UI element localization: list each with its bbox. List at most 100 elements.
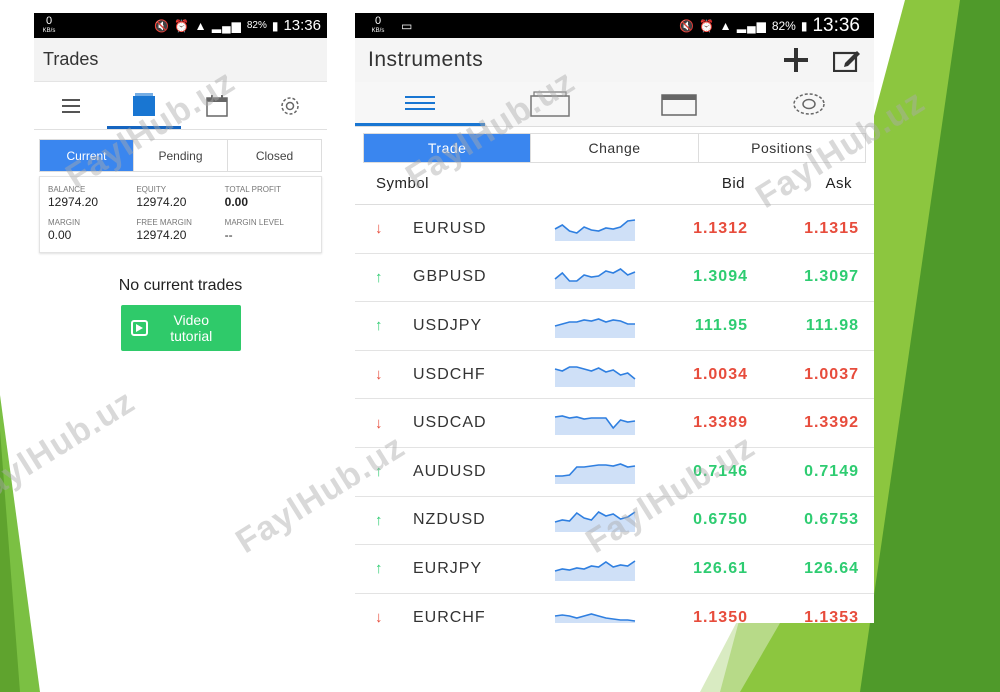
bid-cell: 0.6750 [693, 511, 748, 529]
empty-state-text: No current trades [118, 277, 243, 294]
network-speed: 0 KB/s [371, 14, 385, 34]
status-bar: 0 KB/s 🔇 ⏰ ▲ ▂▄▆ 82% ▮ 13:36 [34, 13, 327, 38]
free-margin-field: FREE MARGIN 12974.20 [136, 218, 192, 242]
bid-cell: 126.61 [693, 559, 748, 577]
symbol-column-header: Symbol [376, 175, 430, 192]
segment-trade[interactable]: Trade [364, 134, 532, 162]
ask-cell: 1.1315 [804, 219, 859, 237]
table-row[interactable]: ↓ EURUSD 1.1312 1.1315 [355, 205, 874, 254]
tab-trades[interactable] [107, 82, 181, 129]
network-speed: 0 KB/s [42, 14, 56, 34]
symbol-cell: EURCHF [413, 608, 486, 623]
video-tutorial-label: Video tutorial [170, 312, 213, 344]
status-icons: 🔇 ⏰ ▲ ▂▄▆ [679, 18, 767, 33]
ask-cell: 0.6753 [804, 511, 859, 529]
symbol-cell: NZDUSD [413, 511, 486, 529]
play-icon [130, 320, 148, 336]
empty-state: No current trades Video tutorial [34, 261, 327, 361]
table-row[interactable]: ↑ GBPUSD 1.3094 1.3097 [355, 254, 874, 303]
edit-icon[interactable] [833, 48, 861, 72]
sparkline-chart [554, 219, 636, 241]
table-row[interactable]: ↑ EURJPY 126.61 126.64 [355, 545, 874, 594]
page-title: Trades [34, 38, 327, 82]
screenshot-stage: 0 KB/s 🔇 ⏰ ▲ ▂▄▆ 82% ▮ 13:36 Trades Curr… [0, 0, 1000, 692]
table-row[interactable]: ↓ USDCAD 1.3389 1.3392 [355, 399, 874, 448]
sparkline-area [555, 416, 635, 436]
ask-cell: 111.98 [805, 316, 859, 334]
segment-pending[interactable]: Pending [134, 140, 228, 171]
battery-icon: ▮ [271, 18, 279, 33]
clock: 13:36 [283, 17, 321, 34]
tab-bar [355, 82, 874, 127]
balance-field: BALANCE 12974.20 [48, 185, 99, 209]
arrow-up-icon: ↑ [375, 511, 384, 529]
symbol-cell: USDCHF [413, 365, 486, 383]
account-summary-card: BALANCE 12974.20 EQUITY 12974.20 TOTAL PRO… [39, 176, 322, 253]
calendar-icon [661, 94, 698, 116]
tab-bar [34, 82, 327, 130]
segment-closed[interactable]: Closed [228, 140, 321, 171]
ask-cell: 1.0037 [804, 365, 859, 383]
status-icons: 🔇 ⏰ ▲ ▂▄▆ [154, 18, 242, 33]
tab-trades[interactable] [485, 82, 615, 126]
sparkline-chart [554, 612, 636, 623]
symbol-cell: EURUSD [413, 219, 487, 237]
table-row[interactable]: ↓ EURCHF 1.1350 1.1353 [355, 594, 874, 623]
trades-icon [132, 93, 155, 116]
table-row[interactable]: ↓ USDCHF 1.0034 1.0037 [355, 351, 874, 400]
symbol-cell: USDJPY [413, 316, 483, 334]
bid-cell: 1.0034 [693, 365, 748, 383]
settings-icon [793, 93, 825, 115]
arrow-down-icon: ↓ [375, 414, 384, 432]
tab-calendar[interactable] [181, 82, 254, 129]
symbol-cell: USDCAD [413, 414, 487, 432]
segment-positions[interactable]: Positions [699, 134, 865, 162]
margin-level-field: MARGIN LEVEL -- [224, 218, 284, 242]
ask-cell: 1.3097 [804, 268, 859, 286]
add-icon[interactable] [783, 47, 809, 73]
instruments-segmented-control: Trade Change Positions [363, 133, 866, 163]
screenshot-icon: ▭ [401, 18, 413, 33]
clock: 13:36 [812, 14, 860, 36]
tab-menu[interactable] [34, 82, 107, 129]
table-header: Symbol Bid Ask [355, 163, 874, 205]
arrow-down-icon: ↓ [375, 609, 384, 623]
title-bar: Instruments [355, 38, 874, 82]
trades-screen: 0 KB/s 🔇 ⏰ ▲ ▂▄▆ 82% ▮ 13:36 Trades Curr… [34, 13, 327, 261]
tab-settings[interactable] [254, 82, 327, 129]
segment-change[interactable]: Change [531, 134, 699, 162]
video-tutorial-button[interactable]: Video tutorial [120, 305, 241, 351]
sparkline-chart [555, 462, 636, 484]
tab-quotes[interactable] [355, 82, 485, 126]
arrow-up-icon: ↑ [375, 317, 384, 335]
table-row[interactable]: ↑ NZDUSD 0.6750 0.6753 [355, 497, 874, 546]
calendar-icon [206, 94, 228, 117]
page-title: Instruments [368, 48, 484, 71]
bid-column-header: Bid [721, 175, 745, 192]
tab-settings[interactable] [744, 82, 874, 126]
equity-field: EQUITY 12974.20 [136, 185, 187, 209]
trade-status-segmented-control: Current Pending Closed [39, 139, 322, 172]
table-row[interactable]: ↑ USDJPY 111.95 111.98 [355, 302, 874, 351]
instrument-list: ↓ EURUSD 1.1312 1.1315 ↑ GBPUSD 1.3094 1.3097 ↑ U… [355, 205, 874, 623]
menu-icon [404, 95, 435, 110]
ask-cell: 0.7149 [804, 462, 859, 480]
arrow-up-icon: ↑ [375, 463, 384, 481]
battery-level: 82% [246, 20, 267, 31]
bid-cell: 0.7146 [693, 462, 748, 480]
bid-cell: 1.3094 [693, 268, 748, 286]
arrow-up-icon: ↑ [375, 268, 384, 286]
symbol-cell: EURJPY [413, 559, 483, 577]
bid-cell: 1.3389 [693, 414, 748, 432]
sparkline-chart [554, 268, 636, 290]
instruments-screen: 0 KB/s ▭ 🔇 ⏰ ▲ ▂▄▆ 82% ▮ 13:36 Instrument… [355, 13, 874, 623]
tab-calendar[interactable] [615, 82, 745, 126]
arrow-up-icon: ↑ [375, 560, 384, 578]
segment-current[interactable]: Current [40, 140, 134, 171]
battery-icon: ▮ [800, 18, 808, 33]
bid-cell: 111.95 [694, 316, 748, 334]
sparkline-chart [554, 415, 636, 436]
battery-level: 82% [771, 18, 796, 33]
ask-cell: 126.64 [804, 559, 859, 577]
table-row[interactable]: ↑ AUDUSD 0.7146 0.7149 [355, 448, 874, 497]
